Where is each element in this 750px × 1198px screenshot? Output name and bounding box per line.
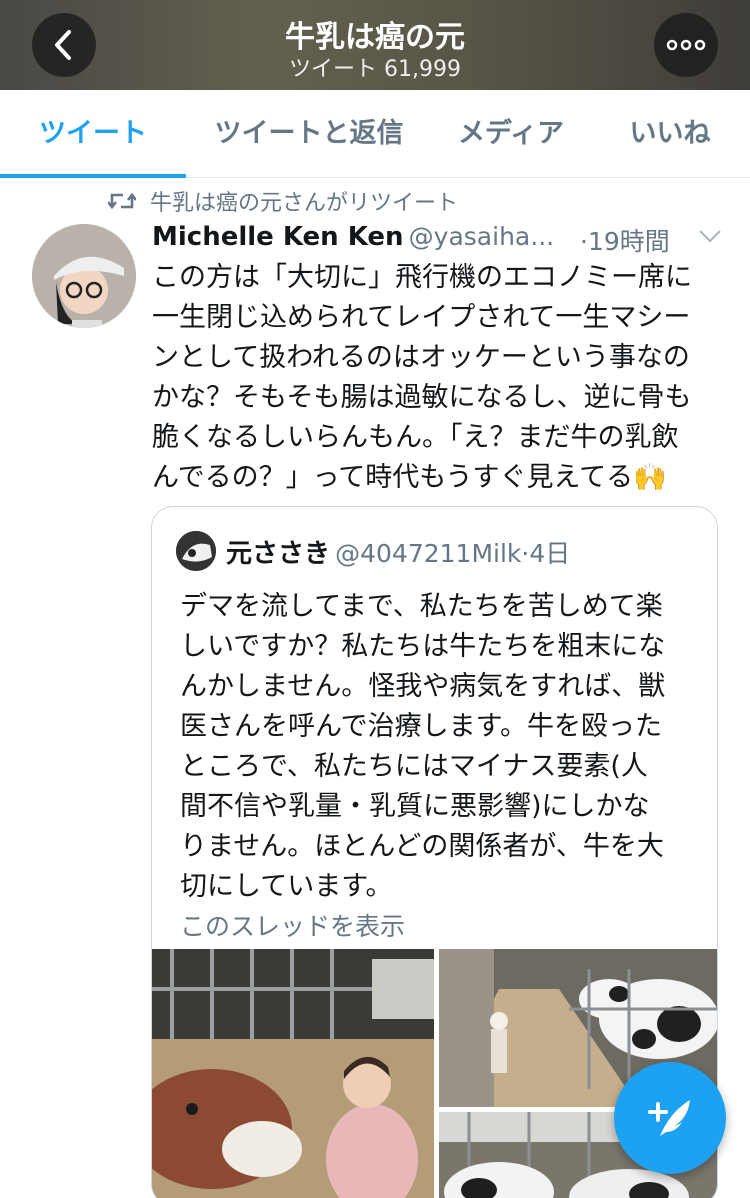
tweet-count: ツイート 61,999 [289, 57, 461, 82]
profile-tabs: ツイート ツイートと返信 メディア いいね [0, 90, 750, 178]
tab-media[interactable]: メディア [440, 90, 582, 178]
quoted-text-line: ところで、私たちにはマイナス要素(人 [180, 751, 648, 782]
quoted-text-line: デマを流してまで、私たちを苦しめて楽 [180, 591, 663, 622]
show-thread-link[interactable]: このスレッドを表示 [180, 907, 405, 943]
author-name[interactable]: Michelle Ken Ken [152, 222, 404, 252]
more-button[interactable] [654, 13, 718, 77]
tweet-text-line: んでるの？」って時代もうすぐ見えてる🙌 [152, 462, 667, 493]
tab-likes[interactable]: いいね [610, 90, 730, 178]
retweet-text: 牛乳は癌の元さんがリツイート [150, 191, 459, 216]
author-handle[interactable]: @yasaiha... [409, 222, 554, 251]
media-image-1[interactable] [152, 949, 434, 1198]
quoted-text-line: 切にしています。 [180, 871, 393, 902]
avatar-image [32, 224, 136, 328]
tweet-text-line: 脆くなるしいらんもん。「え？まだ牛の乳飲 [152, 422, 679, 453]
tweet-text-line: ンとして扱われるのはオッケーという事なの [152, 342, 690, 373]
quoted-avatar [176, 531, 216, 571]
tweet-text-line: 一生閉じ込められてレイプされて一生マシー [152, 302, 691, 333]
quoted-text-line: しいですか？私たちは牛たちを粗末にな [180, 631, 666, 662]
tab-tweets-and-replies[interactable]: ツイートと返信 [196, 90, 422, 178]
compose-tweet-icon [648, 1100, 690, 1136]
chevron-down-icon[interactable] [698, 228, 722, 244]
more-icon [666, 39, 706, 51]
quoted-text-line: りません。ほとんどの関係者が、牛を大 [180, 831, 664, 862]
profile-header: 牛乳は癌の元 ツイート 61,999 [0, 0, 750, 90]
tweet-header: Michelle Ken Ken @yasaiha... ·19時間 [152, 222, 722, 258]
retweet-icon [108, 192, 136, 210]
retweet-context[interactable]: 牛乳は癌の元さんがリツイート [108, 186, 458, 216]
tweet-text: この方は「大切に」飛行機のエコノミー席に 一生閉じ込められてレイプされて一生マシ… [152, 258, 722, 498]
tweet-text-line: この方は「大切に」飛行機のエコノミー席に [152, 262, 692, 293]
active-tab-indicator [0, 174, 186, 178]
profile-title: 牛乳は癌の元 [285, 20, 465, 55]
quoted-author-handle: @4047211Milk [335, 539, 522, 568]
quoted-header: 元ささき @4047211Milk·4日 [226, 533, 570, 570]
tweet-time: ·19時間 [580, 227, 670, 256]
quoted-time: ·4日 [521, 539, 571, 568]
quoted-text-line: んかしません。怪我や病気をすれば、獣 [180, 671, 666, 702]
quoted-text: デマを流してまで、私たちを苦しめて楽 しいですか？私たちは牛たちを粗末にな んか… [180, 587, 710, 907]
quoted-author-name: 元ささき [226, 539, 331, 569]
quoted-text-line: 間不信や乳量・乳質に悪影響)にしかな [180, 791, 650, 822]
photo-cow-and-child [152, 949, 434, 1198]
tab-tweets[interactable]: ツイート [0, 90, 186, 178]
quoted-avatar-image [176, 531, 216, 571]
quoted-text-line: 医さんを呼んで治療します。牛を殴った [180, 711, 662, 742]
avatar[interactable] [32, 224, 136, 328]
compose-tweet-button[interactable] [614, 1062, 726, 1174]
tweet-text-line: かな？そもそも腸は過敏になるし、逆に骨も [152, 382, 692, 413]
